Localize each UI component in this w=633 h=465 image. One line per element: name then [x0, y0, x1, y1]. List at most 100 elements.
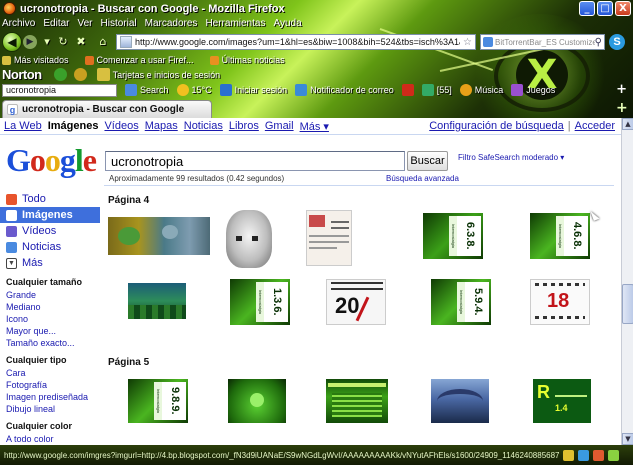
- search-settings-link[interactable]: Configuración de búsqueda: [429, 120, 564, 132]
- gbar-news[interactable]: Noticias: [184, 120, 223, 132]
- new-tab-icon[interactable]: +: [616, 100, 628, 116]
- search-input[interactable]: ucronotropia: [105, 151, 405, 171]
- type-lineart-link[interactable]: Dibujo lineal: [6, 403, 100, 415]
- type-face-link[interactable]: Cara: [6, 367, 100, 379]
- toolbar-games[interactable]: Juegos: [511, 84, 555, 96]
- bookmark-latest-news[interactable]: Últimas noticias: [209, 55, 285, 65]
- toolbar-counter[interactable]: [55]: [421, 84, 452, 96]
- close-button[interactable]: X: [615, 1, 631, 16]
- search-engine-icon[interactable]: [483, 37, 493, 47]
- bookmark-most-visited[interactable]: Más visitados: [2, 55, 69, 65]
- image-thumb[interactable]: 6.3.8. Internostalgia: [423, 213, 483, 259]
- home-icon[interactable]: ⌂: [96, 35, 110, 49]
- bookmark-label: Comenzar a usar Firef...: [96, 55, 194, 65]
- image-thumb[interactable]: [128, 283, 186, 319]
- size-exact-link[interactable]: Tamaño exacto...: [6, 337, 100, 349]
- toolbar-youtube[interactable]: [401, 84, 414, 96]
- menu-ver[interactable]: Ver: [77, 17, 92, 31]
- status-addon-icon[interactable]: [608, 449, 619, 461]
- color-full-link[interactable]: A todo color: [6, 433, 100, 445]
- menu-marcadores[interactable]: Marcadores: [145, 17, 198, 31]
- toolbar-signin[interactable]: Iniciar sesión: [219, 84, 287, 96]
- signin-link[interactable]: Acceder: [575, 120, 615, 132]
- norton-logo[interactable]: Norton: [2, 67, 42, 82]
- toolbar-search-value[interactable]: ucronotropia: [6, 85, 56, 95]
- sidebar-item-videos[interactable]: Vídeos: [0, 223, 100, 239]
- toolbar-mail[interactable]: Notificador de correo: [295, 84, 394, 96]
- bookmark-star-icon[interactable]: ☆: [460, 37, 475, 48]
- result-row: 9.8.9. Internostalgia R 1.4: [108, 371, 616, 431]
- sidebar-item-images[interactable]: Imágenes: [0, 207, 100, 223]
- toolbar-weather[interactable]: 15°C: [176, 84, 212, 96]
- image-thumb[interactable]: [226, 210, 272, 268]
- status-addon-icon[interactable]: [578, 449, 589, 461]
- image-thumb[interactable]: 9.8.9. Internostalgia: [128, 379, 188, 423]
- advanced-search-link[interactable]: Búsqueda avanzada: [386, 174, 459, 183]
- scroll-up-icon[interactable]: ▲: [622, 118, 633, 130]
- image-thumb[interactable]: R 1.4: [533, 379, 591, 423]
- sidebar-item-news[interactable]: Noticias: [0, 239, 100, 255]
- gbar-web[interactable]: La Web: [4, 120, 42, 132]
- menu-archivo[interactable]: Archivo: [2, 17, 35, 31]
- image-thumb[interactable]: [431, 379, 489, 423]
- counter-icon: [421, 84, 434, 96]
- image-thumb[interactable]: 5.9.4. Internostalgia: [431, 279, 491, 325]
- reload-icon[interactable]: ↻: [56, 35, 70, 49]
- image-thumb[interactable]: [306, 210, 352, 266]
- menu-editar[interactable]: Editar: [43, 17, 69, 31]
- dropdown-arrow-icon[interactable]: ▾: [40, 35, 54, 49]
- type-clipart-link[interactable]: Imagen prediseñada: [6, 391, 100, 403]
- image-thumb[interactable]: [228, 379, 286, 423]
- forward-arrow-icon[interactable]: ▶: [23, 35, 37, 49]
- size-medium-link[interactable]: Mediano: [6, 301, 100, 313]
- toolbar-search-button[interactable]: Search: [125, 84, 169, 96]
- url-text[interactable]: http://www.google.com/images?um=1&hl=es&…: [135, 37, 460, 47]
- gbar-gmail[interactable]: Gmail: [265, 120, 294, 132]
- safesearch-filter[interactable]: Filtro SafeSearch moderado ▾: [458, 153, 564, 162]
- menu-herramientas[interactable]: Herramientas: [205, 17, 265, 31]
- skype-icon[interactable]: S: [609, 34, 625, 50]
- menu-ayuda[interactable]: Ayuda: [273, 17, 301, 31]
- norton-cards-button[interactable]: Tarjetas e inicios de sesión: [96, 68, 220, 81]
- norton-status[interactable]: [53, 68, 87, 81]
- size-larger-than-link[interactable]: Mayor que...: [6, 325, 100, 337]
- gbar-more[interactable]: Más ▾: [300, 120, 329, 133]
- google-logo[interactable]: Google: [6, 142, 97, 178]
- image-thumb[interactable]: [326, 379, 388, 423]
- toolbar-search-field[interactable]: ucronotropia: [2, 83, 117, 97]
- menu-historial[interactable]: Historial: [101, 17, 137, 31]
- image-thumb[interactable]: 20: [326, 279, 386, 325]
- search-bar-placeholder[interactable]: BitTorrentBar_ES Customized: [495, 38, 595, 47]
- bookmark-getting-started[interactable]: Comenzar a usar Firef...: [84, 55, 194, 65]
- back-arrow-icon[interactable]: ◀: [2, 32, 22, 52]
- scroll-down-icon[interactable]: ▼: [622, 433, 633, 445]
- sidebar-item-all[interactable]: Todo: [0, 191, 100, 207]
- status-addon-icon[interactable]: [563, 449, 574, 461]
- gbar-books[interactable]: Libros: [229, 120, 259, 132]
- size-icon-link[interactable]: Icono: [6, 313, 100, 325]
- scroll-thumb[interactable]: [622, 284, 633, 324]
- search-button[interactable]: Buscar: [407, 151, 448, 171]
- browser-search-bar[interactable]: BitTorrentBar_ES Customized ⚲: [480, 34, 605, 50]
- toolbar-add-icon[interactable]: +: [616, 82, 627, 97]
- image-thumb[interactable]: [108, 217, 210, 255]
- search-icon[interactable]: ⚲: [595, 37, 604, 48]
- minimize-button[interactable]: _: [579, 1, 595, 16]
- stop-icon[interactable]: ✖: [74, 35, 88, 49]
- gbar-maps[interactable]: Mapas: [145, 120, 178, 132]
- image-thumb[interactable]: 18: [530, 279, 590, 325]
- type-photo-link[interactable]: Fotografía: [6, 379, 100, 391]
- gbar-images[interactable]: Imágenes: [48, 120, 99, 132]
- status-addon-icon[interactable]: [593, 449, 604, 461]
- gbar-videos[interactable]: Vídeos: [104, 120, 138, 132]
- image-thumb[interactable]: 4.6.8. Internostalgia: [530, 213, 590, 259]
- vertical-scrollbar[interactable]: ▲ ▼: [621, 118, 633, 445]
- maximize-button[interactable]: □: [597, 1, 613, 16]
- logo-letter: G: [6, 142, 31, 178]
- address-bar[interactable]: http://www.google.com/images?um=1&hl=es&…: [116, 34, 476, 50]
- image-thumb[interactable]: 1.3.6. Internostalgia: [230, 279, 290, 325]
- tab-google-search[interactable]: g ucronotropia - Buscar con Google: [2, 100, 212, 118]
- size-large-link[interactable]: Grande: [6, 289, 100, 301]
- sidebar-item-more[interactable]: ▼ Más: [0, 255, 100, 271]
- toolbar-music[interactable]: Música: [459, 84, 503, 96]
